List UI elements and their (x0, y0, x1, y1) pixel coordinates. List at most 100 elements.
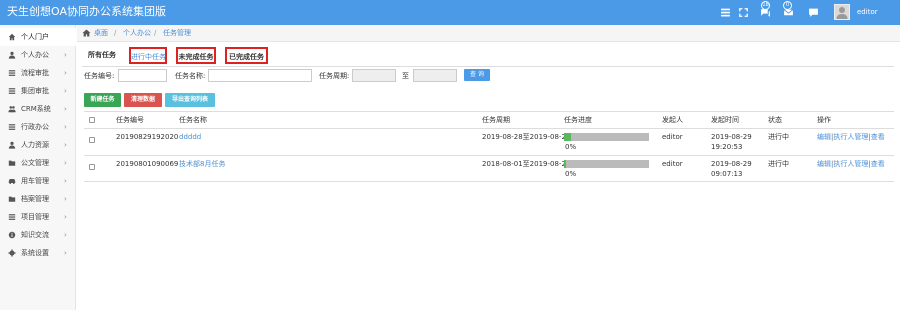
sidebar-item-label: 流程审批 (21, 69, 49, 77)
created-time: 09:07:13 (711, 170, 743, 178)
sidebar-item-admin-office[interactable]: 行政办公 › (0, 118, 76, 136)
fullscreen-icon[interactable] (738, 7, 749, 18)
view-link[interactable]: 查看 (871, 133, 885, 141)
car-icon (8, 179, 16, 185)
breadcrumb-task-management[interactable]: 任务管理 (163, 29, 191, 38)
user-icon (8, 141, 16, 149)
column-header-task-name: 任务名称 (179, 116, 207, 124)
sidebar-item-label: 系统设置 (21, 249, 49, 257)
chevron-right-icon: › (64, 249, 67, 257)
row-actions: 编辑|执行人管理|查看 (817, 160, 885, 169)
progress-text: 0% (565, 143, 577, 151)
progress-bar (564, 133, 649, 141)
tab-completed-tasks[interactable]: 已完成任务 (225, 47, 268, 64)
search-button[interactable]: 查 询 (464, 69, 490, 81)
column-header-status: 状态 (768, 116, 782, 124)
breadcrumb-personal-office[interactable]: 个人办公 (123, 29, 151, 38)
task-no-cell: 20190829192020 (116, 133, 179, 141)
row-checkbox[interactable] (89, 137, 95, 143)
row-divider (84, 155, 894, 156)
sidebar-item-portal[interactable]: 个人门户 (0, 28, 76, 46)
sidebar-item-label: 项目管理 (21, 213, 49, 221)
column-header-progress: 任务进度 (564, 116, 592, 124)
table-border (84, 128, 894, 129)
sidebar-item-label: CRM系统 (21, 105, 51, 113)
task-period-cell: 2019-08-28至2019-08-29 (482, 133, 571, 141)
sidebar-item-label: 个人门户 (21, 33, 49, 41)
chevron-right-icon: › (64, 159, 67, 167)
task-period-cell: 2018-08-01至2019-08-29 (482, 160, 571, 168)
select-all-checkbox[interactable] (89, 117, 95, 123)
avatar[interactable] (834, 4, 850, 20)
tab-in-progress-tasks[interactable]: 进行中任务 (129, 47, 167, 64)
assignee-management-link[interactable]: 执行人管理 (833, 133, 868, 141)
task-name-link[interactable]: 技术部8月任务 (179, 160, 225, 169)
chevron-right-icon: › (64, 141, 67, 149)
sidebar-item-crm[interactable]: CRM系统 › (0, 100, 76, 118)
app-title: 天生创想OA协同办公系统集团版 (7, 5, 166, 18)
breadcrumb: 桌面 / 个人办公 / 任务管理 (77, 25, 900, 42)
row-divider (84, 181, 894, 182)
sidebar-item-documents[interactable]: 公文管理 › (0, 154, 76, 172)
sidebar-item-hr[interactable]: 人力资源 › (0, 136, 76, 154)
period-end-input[interactable] (413, 69, 457, 82)
progress-bar (564, 160, 649, 168)
task-no-input[interactable] (118, 69, 167, 82)
sidebar-item-projects[interactable]: 项目管理 › (0, 208, 76, 226)
row-checkbox[interactable] (89, 164, 95, 170)
breadcrumb-separator: / (114, 29, 117, 37)
task-table: 任务编号 任务名称 任务周期 任务进度 发起人 发起时间 状态 操作 20190… (84, 111, 894, 182)
progress-bar-fill (564, 133, 571, 141)
chevron-right-icon: › (64, 87, 67, 95)
message-count-badge: 18 (761, 1, 770, 10)
sidebar-item-settings[interactable]: 系统设置 › (0, 244, 76, 262)
list-icon (8, 70, 16, 76)
clear-data-button[interactable]: 清理数据 (124, 93, 162, 107)
column-header-actions: 操作 (817, 116, 831, 124)
task-name-input[interactable] (208, 69, 312, 82)
period-label: 任务周期: (319, 72, 350, 80)
tab-divider (82, 66, 894, 67)
assignee-management-link[interactable]: 执行人管理 (833, 160, 868, 168)
view-link[interactable]: 查看 (871, 160, 885, 168)
sidebar-item-personal-office[interactable]: 个人办公 › (0, 46, 76, 64)
sidebar-item-workflow[interactable]: 流程审批 › (0, 64, 76, 82)
chevron-right-icon: › (64, 105, 67, 113)
column-header-period: 任务周期 (482, 116, 510, 124)
info-icon (8, 231, 16, 239)
tab-all-tasks[interactable]: 所有任务 (83, 47, 121, 64)
sidebar-item-label: 档案管理 (21, 195, 49, 203)
sidebar-item-group-approval[interactable]: 集团审批 › (0, 82, 76, 100)
period-start-input[interactable] (352, 69, 396, 82)
initiator-cell: editor (662, 160, 683, 168)
task-no-cell: 20190801090069 (116, 160, 179, 168)
tab-incomplete-tasks[interactable]: 未完成任务 (176, 47, 216, 64)
sidebar-item-label: 用车管理 (21, 177, 49, 185)
new-task-button[interactable]: 新建任务 (84, 93, 121, 107)
folder-icon (8, 196, 16, 202)
progress-bar-fill (564, 160, 566, 168)
comment-icon[interactable] (808, 7, 819, 18)
username[interactable]: editor (857, 8, 878, 17)
chevron-right-icon: › (64, 177, 67, 185)
task-name-link[interactable]: ddddd (179, 133, 201, 142)
export-button[interactable]: 导出查询列表 (165, 93, 215, 107)
chevron-right-icon: › (64, 213, 67, 221)
home-icon (8, 33, 16, 41)
sidebar-item-vehicles[interactable]: 用车管理 › (0, 172, 76, 190)
users-icon (8, 106, 16, 113)
edit-link[interactable]: 编辑 (817, 133, 831, 141)
top-bar: 天生创想OA协同办公系统集团版 18 0 editor (0, 0, 900, 25)
table-border (84, 111, 894, 112)
menu-icon[interactable] (720, 7, 731, 18)
list-icon (8, 214, 16, 220)
folder-icon (8, 160, 16, 166)
period-to-label: 至 (402, 72, 409, 80)
list-icon (8, 124, 16, 130)
mail-count-badge: 0 (783, 1, 792, 10)
sidebar-item-archives[interactable]: 档案管理 › (0, 190, 76, 208)
sidebar: 个人门户 个人办公 › 流程审批 › 集团审批 › CRM系统 › 行政办公 ›… (0, 25, 76, 310)
sidebar-item-knowledge[interactable]: 知识交流 › (0, 226, 76, 244)
breadcrumb-home[interactable]: 桌面 (94, 29, 108, 38)
edit-link[interactable]: 编辑 (817, 160, 831, 168)
